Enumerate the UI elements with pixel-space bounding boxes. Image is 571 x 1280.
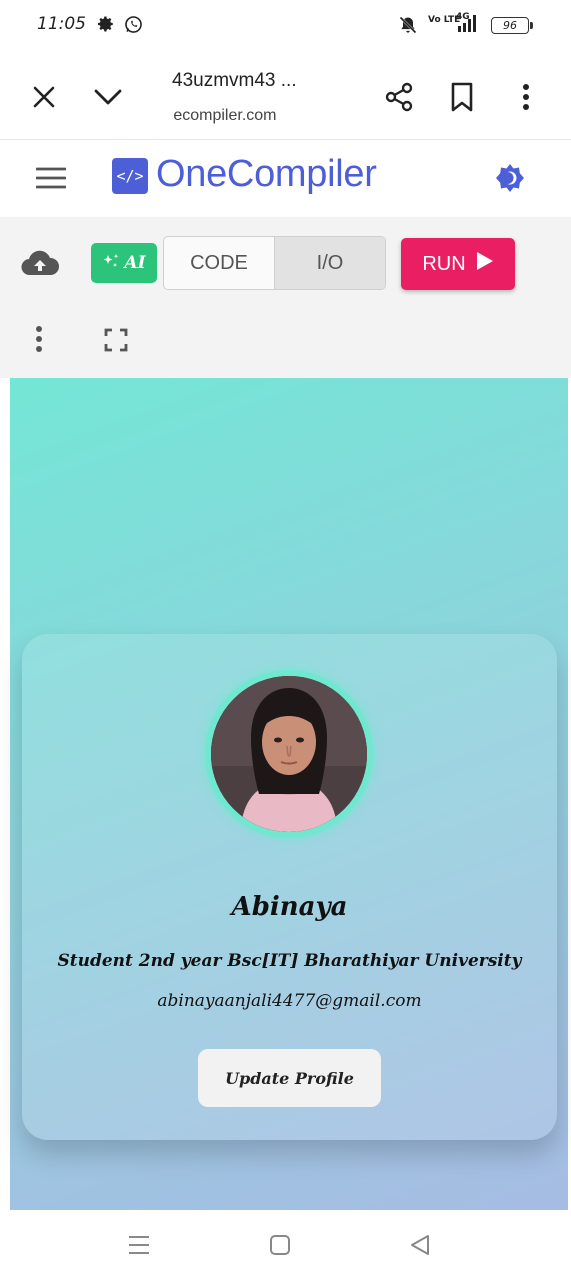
run-label: RUN: [422, 252, 466, 275]
signal-icon: 4G: [454, 12, 480, 38]
run-button[interactable]: RUN: [401, 238, 515, 290]
tab-code[interactable]: CODE: [164, 237, 274, 289]
back-icon[interactable]: [405, 1230, 435, 1260]
logo-text[interactable]: OneCompiler: [156, 153, 377, 196]
fullscreen-icon[interactable]: [104, 328, 128, 356]
whatsapp-icon: [124, 15, 143, 38]
profile-email: abinayaanjali4477@gmail.com: [157, 991, 422, 1011]
play-icon: [476, 251, 494, 277]
tab-io[interactable]: I/O: [274, 237, 385, 289]
battery-indicator: 96: [491, 17, 533, 34]
view-toggle: CODE I/O: [163, 236, 386, 290]
network-type: 4G: [456, 12, 470, 22]
status-time: 11:05: [37, 14, 86, 34]
menu-icon[interactable]: [35, 167, 67, 193]
more-vertical-icon[interactable]: [506, 77, 546, 117]
browser-bar: 43uzmvm43 ... ecompiler.com: [0, 52, 571, 140]
share-icon[interactable]: [379, 77, 419, 117]
sparkle-icon: [102, 253, 120, 274]
profile-role: Student 2nd year Bsc[IT] Bharathiyar Uni…: [57, 951, 522, 971]
update-profile-button[interactable]: Update Profile: [198, 1049, 381, 1107]
logo-icon[interactable]: </>: [112, 158, 148, 194]
profile-name: Abinaya: [231, 892, 348, 922]
output-panel: Abinaya Student 2nd year Bsc[IT] Bharath…: [10, 378, 568, 1210]
site-header: </> OneCompiler: [0, 141, 571, 217]
recents-icon[interactable]: [124, 1230, 154, 1260]
mute-bell-icon: [398, 15, 418, 39]
more-vertical-icon[interactable]: [35, 325, 43, 357]
settings-icon: [97, 15, 115, 37]
avatar: [205, 670, 373, 838]
page-url[interactable]: ecompiler.com: [172, 107, 276, 125]
ai-label: AI: [124, 253, 146, 273]
editor-toolbar: AI CODE I/O RUN: [0, 217, 571, 378]
home-icon[interactable]: [265, 1230, 295, 1260]
system-nav-bar: [0, 1210, 571, 1280]
cloud-upload-icon[interactable]: [20, 249, 60, 281]
ai-button[interactable]: AI: [91, 243, 157, 283]
chevron-down-icon[interactable]: [88, 77, 128, 117]
profile-card: Abinaya Student 2nd year Bsc[IT] Bharath…: [22, 634, 557, 1140]
page-title[interactable]: 43uzmvm43 ...: [172, 70, 297, 92]
bookmark-icon[interactable]: [442, 77, 482, 117]
close-icon[interactable]: [24, 77, 64, 117]
status-bar: 11:05 Vo LTE 4G 96: [0, 0, 571, 52]
theme-toggle-icon[interactable]: [495, 163, 525, 197]
